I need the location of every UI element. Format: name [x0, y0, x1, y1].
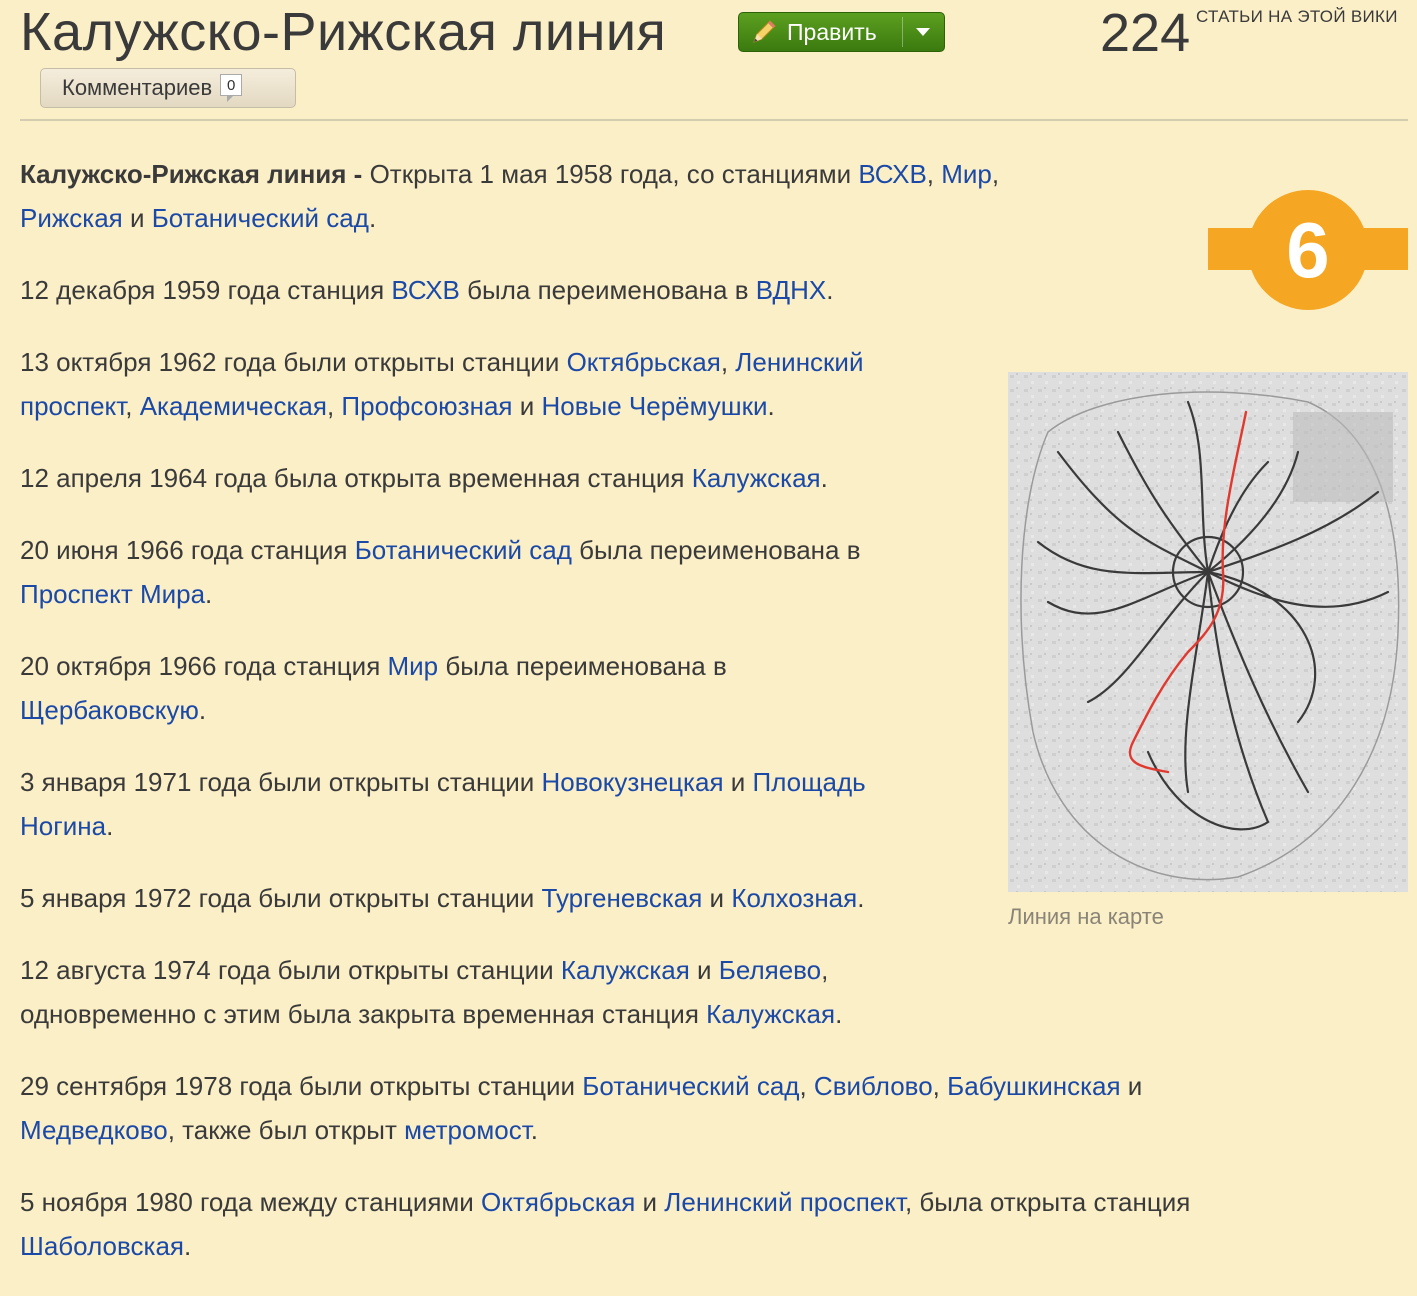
wiki-link[interactable]: Ботанический сад [582, 1071, 799, 1101]
text: , [821, 955, 829, 985]
wiki-link[interactable]: Калужская [561, 955, 690, 985]
wiki-link[interactable]: Калужская [692, 463, 821, 493]
wiki-link[interactable]: Октябрьская [567, 347, 721, 377]
wiki-link[interactable]: Свиблово [814, 1071, 933, 1101]
wiki-link[interactable]: Шаболовская [20, 1231, 184, 1261]
text: . [184, 1231, 192, 1261]
text: и [689, 955, 719, 985]
paragraph: 29 сентября 1978 года были открыты станц… [20, 1064, 1410, 1152]
wiki-link[interactable]: ВСХВ [858, 159, 926, 189]
wiki-link[interactable]: Новокузнецкая [542, 767, 724, 797]
wiki-link[interactable]: Ботанический сад [152, 203, 369, 233]
text: 29 сентября 1978 года были открыты станц… [20, 1071, 583, 1101]
wiki-link[interactable]: метромост [404, 1115, 531, 1145]
text: , [991, 159, 1000, 189]
text: и [1120, 1071, 1143, 1101]
text: . [826, 275, 834, 305]
text: и [635, 1187, 665, 1217]
wiki-link[interactable]: Медведково [20, 1115, 168, 1145]
page-title: Калужско-Рижская линия [20, 2, 667, 62]
wiki-link[interactable]: Профсоюзная [341, 391, 512, 421]
text: Открыта 1 мая 1958 года, со станциями [362, 159, 859, 189]
text: была переименована в [459, 275, 756, 305]
text: , [799, 1071, 814, 1101]
bold-term: Калужско-Рижская линия - [20, 159, 363, 189]
text: , [926, 159, 942, 189]
wiki-link[interactable]: Площадь [753, 767, 866, 797]
text: . [368, 203, 377, 233]
text: 12 апреля 1964 года была открыта временн… [20, 463, 692, 493]
wiki-link[interactable]: Академическая [140, 391, 327, 421]
wiki-link[interactable]: Ленинский [735, 347, 863, 377]
comments-label: Комментариев [62, 75, 213, 100]
wiki-link[interactable]: Новые Черёмушки [541, 391, 767, 421]
wiki-link[interactable]: ВСХВ [391, 275, 459, 305]
text: . [106, 811, 114, 841]
text: 20 октября 1966 года станция [20, 651, 388, 681]
line-map-image[interactable] [1008, 372, 1408, 892]
text: , [326, 391, 342, 421]
wiki-link[interactable]: Ботанический сад [355, 535, 572, 565]
wiki-link[interactable]: Ногина [20, 811, 106, 841]
text: 12 декабря 1959 года станция [20, 275, 392, 305]
text: 3 января 1971 года были открыты станции [20, 767, 542, 797]
text: и [122, 203, 152, 233]
text: , [720, 347, 736, 377]
wiki-link[interactable]: Тургеневская [542, 883, 703, 913]
text: была переименована в [438, 651, 727, 681]
chevron-down-icon[interactable] [903, 13, 944, 51]
page-header: Калужско-Рижская линия Править 224 СТАТЬ… [0, 0, 1417, 122]
edit-button[interactable]: Править [738, 12, 945, 52]
text: . [857, 883, 865, 913]
wiki-link[interactable]: Щербаковскую [20, 695, 199, 725]
comments-button[interactable]: Комментариев 0 [40, 68, 296, 108]
text: . [205, 579, 213, 609]
map-caption: Линия на карте [1008, 904, 1164, 929]
text: 12 августа 1974 года были открыты станци… [20, 955, 561, 985]
line-number-badge: 6 [1208, 190, 1408, 314]
wiki-link[interactable]: Рижская [20, 203, 123, 233]
paragraph: 12 декабря 1959 года станция ВСХВ была п… [20, 268, 1410, 312]
text: . [820, 463, 828, 493]
article-count-label: СТАТЬИ НА ЭТОЙ ВИКИ [1196, 7, 1398, 26]
text: 20 июня 1966 года станция [20, 535, 355, 565]
text: . [835, 999, 843, 1029]
text: была переименована в [571, 535, 861, 565]
line-number: 6 [1286, 206, 1329, 294]
wiki-link[interactable]: Ленинский проспект [664, 1187, 905, 1217]
text: , [125, 391, 140, 421]
text: . [767, 391, 775, 421]
text: , также был открыт [167, 1115, 405, 1145]
text: одновременно с этим была закрыта временн… [20, 999, 707, 1029]
text: . [530, 1115, 539, 1145]
text: , [932, 1071, 948, 1101]
text: , была открыта станция [904, 1187, 1191, 1217]
text: 5 января 1972 года были открыты станции [20, 883, 542, 913]
comment-count-badge: 0 [220, 74, 243, 102]
text: и [723, 767, 753, 797]
wiki-link[interactable]: Октябрьская [481, 1187, 635, 1217]
text: и [512, 391, 542, 421]
wiki-link[interactable]: Колхозная [731, 883, 857, 913]
text: . [198, 695, 207, 725]
pencil-icon [749, 17, 779, 47]
wiki-link[interactable]: Мир [388, 651, 439, 681]
wiki-link[interactable]: ВДНХ [756, 275, 827, 305]
text: и [702, 883, 732, 913]
article-count: 224 [1100, 3, 1191, 63]
wiki-link[interactable]: Мир [941, 159, 992, 189]
wiki-link[interactable]: Беляево [719, 955, 821, 985]
wiki-link[interactable]: Калужская [706, 999, 835, 1029]
header-divider [20, 119, 1408, 121]
wiki-link[interactable]: Проспект Мира [20, 579, 205, 609]
edit-button-label: Править [787, 18, 877, 45]
paragraph: 5 ноября 1980 года между станциями Октяб… [20, 1180, 1410, 1268]
paragraph: 12 августа 1974 года были открыты станци… [20, 948, 1410, 1036]
wiki-link[interactable]: Бабушкинская [947, 1071, 1120, 1101]
text: 13 октября 1962 года были открыты станци… [20, 347, 567, 377]
wiki-link[interactable]: проспект [20, 391, 125, 421]
paragraph: Калужско-Рижская линия - Открыта 1 мая 1… [20, 152, 1410, 240]
text: 5 ноября 1980 года между станциями [20, 1187, 482, 1217]
